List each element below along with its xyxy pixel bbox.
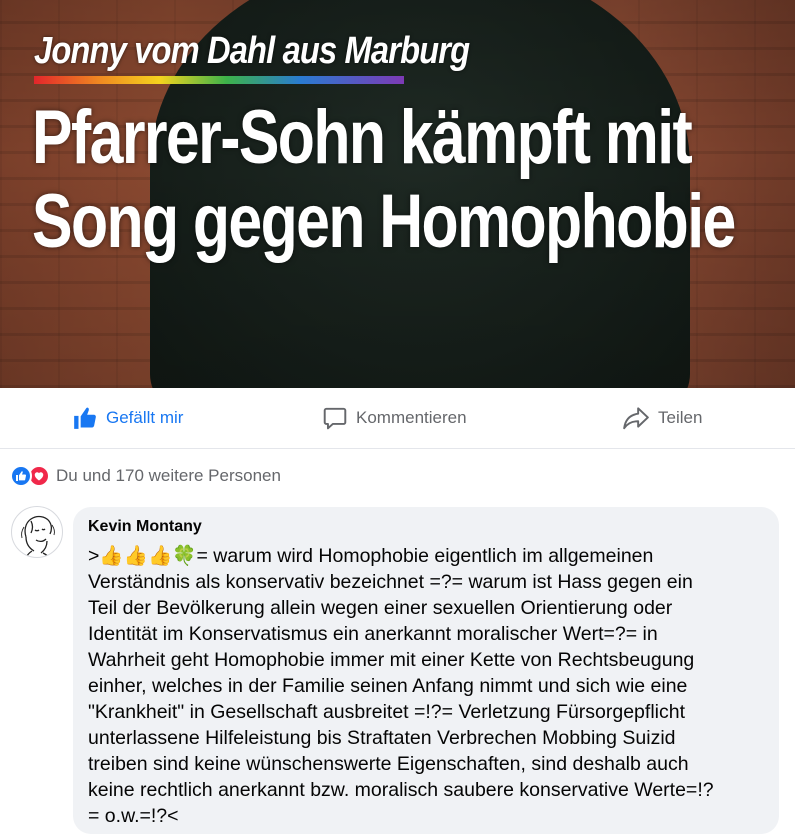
reactions-count-text: Du und 170 weitere Personen [56, 466, 281, 485]
comment-bubble: Kevin Montany >👍👍👍🍀= warum wird Homophob… [73, 507, 779, 834]
like-label: Gefällt mir [106, 408, 184, 427]
share-label: Teilen [658, 408, 703, 427]
headline-line-2: Song gegen Homophobie [32, 179, 736, 264]
headline-line-1: Pfarrer-Sohn kämpft mit [32, 95, 693, 180]
comment-button[interactable]: Kommentieren [322, 388, 467, 448]
like-button[interactable]: Gefällt mir [72, 388, 183, 448]
sketch-portrait-icon [21, 515, 55, 557]
article-headline: Pfarrer-Sohn kämpft mit Song gegen Homop… [32, 95, 736, 264]
article-kicker: Jonny vom Dahl aus Marburg [34, 30, 470, 72]
share-arrow-icon [623, 407, 649, 430]
like-reaction-icon [10, 465, 32, 487]
thumbs-up-icon [74, 407, 96, 429]
reactions-summary[interactable]: Du und 170 weitere Personen [10, 463, 281, 489]
comment-author-name[interactable]: Kevin Montany [88, 517, 765, 537]
comment-text: >👍👍👍🍀= warum wird Homophobie eigentlich … [88, 545, 714, 827]
comment-icon [323, 407, 347, 430]
avatar[interactable] [11, 506, 63, 558]
comment-label: Kommentieren [356, 408, 467, 427]
rainbow-underline [34, 76, 404, 84]
share-button[interactable]: Teilen [622, 388, 702, 448]
post-image[interactable]: Jonny vom Dahl aus Marburg Pfarrer-Sohn … [0, 0, 795, 388]
post-action-bar: Gefällt mir Kommentieren Teilen [0, 388, 795, 449]
